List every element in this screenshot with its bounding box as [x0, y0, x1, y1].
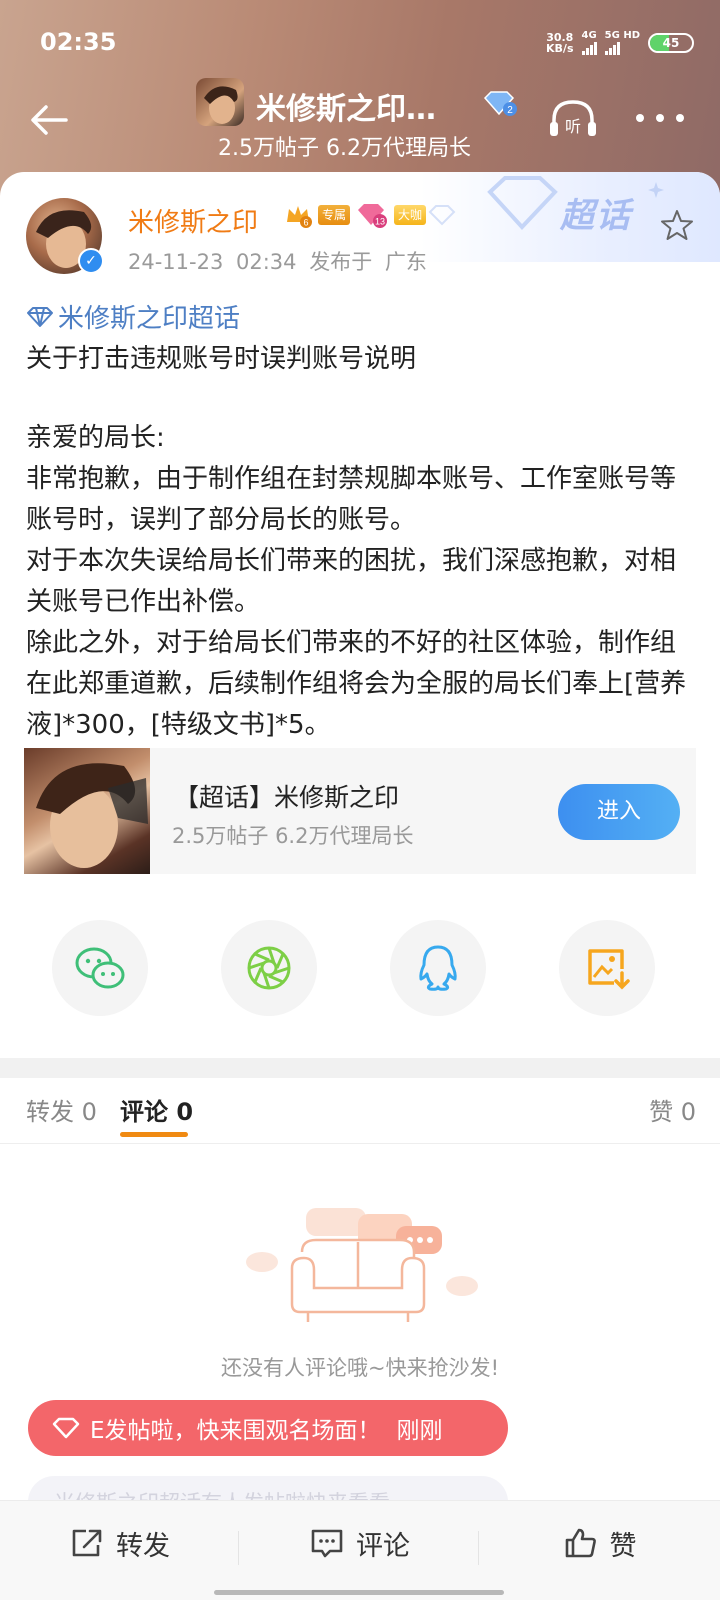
comment-button[interactable]: 评论 — [240, 1501, 480, 1600]
empty-comments-text: 还没有人评论哦~快来抢沙发! — [220, 1356, 499, 1380]
post-time: 24-11-23 02:34 — [128, 250, 297, 274]
active-tab-indicator — [120, 1132, 188, 1137]
topic-card[interactable]: 【超话】米修斯之印 2.5万帖子 6.2万代理局长 进入 — [24, 748, 696, 874]
qq-icon — [419, 945, 457, 991]
save-image-button[interactable] — [559, 920, 655, 1016]
moments-icon — [247, 946, 291, 990]
status-time: 02:35 — [40, 28, 117, 56]
like-button[interactable]: 赞 — [480, 1501, 720, 1600]
svg-text:13: 13 — [375, 217, 385, 227]
star-icon — [661, 210, 693, 240]
toast-text: E发帖啦，快来围观名场面！ — [90, 1418, 381, 1444]
post-paragraph: 除此之外，对于给局长们带来的不好的社区体验，制作组在此郑重道歉，后续制作组将会为… — [26, 628, 687, 740]
share-wechat-button[interactable] — [52, 920, 148, 1016]
post-card: 超话 ✓ 米修斯之印 6 专属 13 大咖 24-11-23 02:34 发布于… — [0, 172, 720, 1600]
signal-bars-icon — [604, 41, 640, 55]
tab-like[interactable]: 赞 0 — [649, 1092, 696, 1127]
share-row — [0, 920, 720, 1016]
empty-sofa-icon — [246, 1204, 486, 1334]
crown-level-icon: 6 — [287, 206, 312, 228]
enter-topic-button[interactable]: 进入 — [558, 784, 680, 840]
more-button[interactable] — [636, 108, 684, 128]
repost-label: 转发 — [116, 1530, 170, 1562]
section-divider — [0, 1058, 720, 1078]
listen-button[interactable]: 听 — [548, 96, 598, 142]
signal-bars-icon — [581, 41, 597, 55]
topic-link[interactable]: 米修斯之印超话 — [26, 298, 240, 335]
svg-text:听: 听 — [565, 117, 581, 136]
status-bar: 02:35 30.8 KB/s 4G 5G HD 45 — [0, 0, 720, 80]
post-meta: 24-11-23 02:34 发布于 广东 — [128, 246, 427, 276]
topic-stats: 2.5万帖子 6.2万代理局长 — [218, 136, 471, 161]
big-shot-badge: 大咖 — [394, 205, 427, 225]
topic-card-stats: 2.5万帖子 6.2万代理局长 — [172, 824, 414, 848]
topic-avatar — [196, 78, 244, 126]
topic-thumbnail — [24, 748, 150, 874]
top-nav: 米修斯之印… 2 2.5万帖子 6.2万代理局长 听 — [0, 72, 720, 168]
diamond-icon — [52, 1417, 80, 1439]
repost-icon — [72, 1529, 102, 1557]
signal-4g: 4G — [581, 30, 597, 55]
like-label: 赞 — [609, 1530, 637, 1562]
signal-5g: 5G HD — [604, 30, 640, 55]
new-post-toast[interactable]: E发帖啦，快来围观名场面！ 刚刚 — [28, 1400, 508, 1456]
wechat-icon — [75, 947, 125, 989]
headphones-icon: 听 — [550, 100, 596, 136]
home-indicator[interactable] — [214, 1590, 504, 1595]
topic-deco-text: 超话 — [560, 196, 632, 236]
battery-icon: 45 — [648, 32, 694, 53]
gem-level-icon: 2 — [482, 90, 518, 122]
diamond-icon — [27, 306, 53, 327]
more-dot-icon — [636, 114, 644, 122]
topic-link-label: 米修斯之印超话 — [58, 304, 241, 334]
exclusive-badge: 专属 — [318, 205, 351, 225]
post-body: 亲爱的局长: 非常抱歉，由于制作组在封禁规脚本账号、工作室账号等账号时，误判了部… — [26, 418, 696, 746]
svg-text:6: 6 — [303, 218, 308, 228]
topic-card-name: 【超话】米修斯之印 — [174, 783, 400, 812]
share-moments-button[interactable] — [221, 920, 317, 1016]
svg-text:2: 2 — [507, 105, 513, 116]
tab-comment[interactable]: 评论 0 — [120, 1092, 193, 1127]
status-indicators: 30.8 KB/s 4G 5G HD 45 — [546, 30, 694, 55]
author-badges: 6 专属 13 大咖 — [284, 202, 427, 228]
bottom-action-bar: 转发 评论 赞 — [0, 1500, 720, 1600]
interaction-tabs: 转发 0 评论 0 赞 0 — [0, 1078, 720, 1144]
thumbs-up-icon — [565, 1528, 596, 1558]
gem-level-badge-icon: 13 — [358, 204, 388, 228]
repost-button[interactable]: 转发 — [0, 1501, 240, 1600]
topic-title: 米修斯之印… — [256, 92, 436, 127]
network-speed: 30.8 KB/s — [546, 30, 574, 55]
save-image-icon — [588, 949, 630, 990]
post-title: 关于打击违规账号时误判账号说明 — [26, 344, 417, 374]
separator — [238, 1531, 239, 1565]
share-qq-button[interactable] — [390, 920, 486, 1016]
author-name[interactable]: 米修斯之印 — [128, 202, 258, 239]
post-location: 发布于 广东 — [309, 250, 427, 274]
verified-badge-icon: ✓ — [78, 248, 104, 274]
favorite-button[interactable] — [660, 208, 694, 242]
tab-repost[interactable]: 转发 0 — [26, 1092, 97, 1127]
back-arrow-icon — [31, 105, 68, 135]
separator — [478, 1531, 479, 1565]
toast-time: 刚刚 — [396, 1418, 443, 1444]
comment-label: 评论 — [356, 1530, 410, 1562]
comment-icon — [311, 1529, 343, 1558]
back-button[interactable] — [26, 96, 74, 144]
post-paragraph: 非常抱歉，由于制作组在封禁规脚本账号、工作室账号等账号时，误判了部分局长的账号。 — [26, 464, 677, 535]
post-paragraph: 亲爱的局长: — [26, 423, 165, 453]
post-paragraph: 对于本次失误给局长们带来的困扰，我们深感抱歉，对相关账号已作出补偿。 — [26, 546, 677, 617]
